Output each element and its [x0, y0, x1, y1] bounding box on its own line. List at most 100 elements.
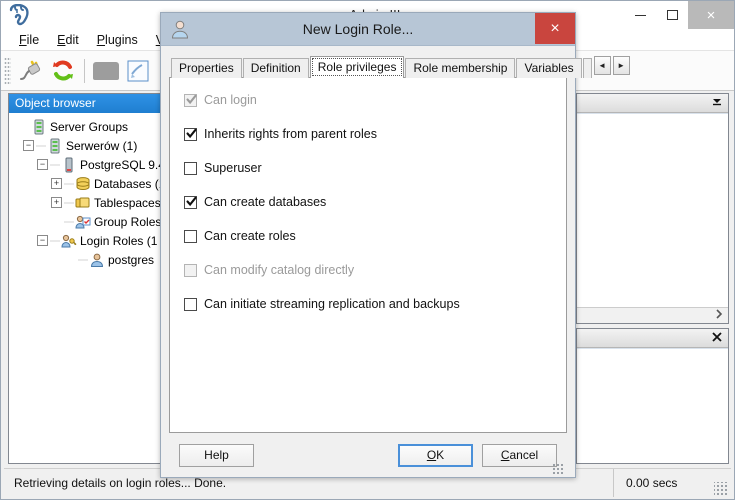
- tab-definition[interactable]: Definition: [242, 58, 309, 78]
- toolbar-grip[interactable]: [4, 56, 11, 85]
- checkbox-row-can-initiate-replication[interactable]: Can initiate streaming replication and b…: [184, 294, 552, 314]
- checkbox-row-can-modify-catalog[interactable]: Can modify catalog directly: [184, 260, 552, 280]
- tree-item-tablespaces[interactable]: + Tablespaces (: [13, 193, 160, 212]
- role-privileges-panel: Can login Inherits rights from parent ro…: [169, 77, 567, 433]
- messages-pane-body: [577, 348, 728, 463]
- pgadmin-elephant-icon: [7, 4, 33, 26]
- can-login-label: Can login: [204, 93, 257, 107]
- tab-scroll-left-icon[interactable]: ◄: [593, 56, 611, 75]
- tree-item-server-groups[interactable]: Server Groups: [13, 117, 160, 136]
- tree-label: postgres: [108, 252, 155, 267]
- maximize-icon[interactable]: [656, 1, 688, 29]
- expander-none-icon: [51, 216, 62, 227]
- toolbar-separator: [84, 58, 85, 83]
- tree-connector: [78, 250, 88, 269]
- superuser-label: Superuser: [204, 161, 262, 175]
- menu-plugins[interactable]: Plugins: [88, 31, 147, 49]
- checkbox-row-can-create-databases[interactable]: Can create databases: [184, 192, 552, 212]
- ok-accel: O: [426, 448, 437, 462]
- dialog-body: Properties Definition Role privileges Ro…: [161, 46, 630, 477]
- minimize-icon[interactable]: [624, 1, 656, 29]
- can-initiate-replication-checkbox[interactable]: [184, 297, 197, 311]
- menu-plugins-rest: lugins: [105, 32, 138, 47]
- servers-icon: [30, 118, 47, 135]
- checkbox-row-inherits-rights[interactable]: Inherits rights from parent roles: [184, 124, 552, 144]
- tab-scroll-buttons: ◄ ►: [593, 56, 630, 75]
- expander-minus-icon[interactable]: −: [23, 140, 34, 151]
- tree-connector: [64, 212, 74, 231]
- checkbox-row-superuser[interactable]: Superuser: [184, 158, 552, 178]
- close-icon[interactable]: ×: [688, 1, 734, 29]
- can-login-checkbox[interactable]: [184, 93, 197, 107]
- tree-item-postgresql[interactable]: − PostgreSQL 9.4 (l: [13, 155, 160, 174]
- tree-connector: [64, 193, 74, 212]
- tab-variables[interactable]: Variables: [516, 58, 582, 78]
- cancel-rest: ancel: [509, 448, 539, 462]
- menu-file[interactable]: File: [10, 31, 48, 49]
- tab-security-labels[interactable]: Se: [582, 58, 592, 78]
- tree-label: Login Roles (1: [80, 233, 158, 248]
- tree-connector: [64, 174, 74, 193]
- can-create-databases-checkbox[interactable]: [184, 195, 197, 209]
- dropdown-arrow-icon[interactable]: [711, 96, 723, 111]
- object-browser-header: Object browser: [9, 94, 160, 113]
- help-button[interactable]: Help: [179, 443, 254, 467]
- dialog-footer: Help OK Cancel: [169, 433, 567, 477]
- user-role-icon: [169, 18, 191, 40]
- can-create-roles-checkbox[interactable]: [184, 229, 197, 243]
- tree-item-login-roles[interactable]: − Login Roles (1: [13, 231, 160, 250]
- dialog-close-button[interactable]: ×: [535, 13, 575, 44]
- dialog-action-buttons: OK Cancel: [398, 443, 557, 467]
- checkbox-row-can-login[interactable]: Can login: [184, 90, 552, 110]
- ok-button[interactable]: OK: [398, 443, 473, 467]
- tab-role-privileges[interactable]: Role privileges: [309, 56, 405, 78]
- tab-role-membership[interactable]: Role membership: [405, 58, 516, 78]
- window-resize-grip[interactable]: [714, 482, 728, 496]
- dialog-titlebar: New Login Role... ×: [161, 13, 575, 46]
- window-controls: ×: [624, 1, 734, 29]
- group-roles-icon: [74, 213, 91, 230]
- expander-none-icon: [65, 254, 76, 265]
- expander-plus-icon[interactable]: +: [51, 178, 62, 189]
- can-create-databases-label: Can create databases: [204, 195, 327, 209]
- chevron-right-icon[interactable]: [714, 309, 724, 322]
- screen: pgAdmin III × File Edit Plugins View: [0, 0, 735, 500]
- expander-minus-icon[interactable]: −: [37, 159, 48, 170]
- properties-icon[interactable]: [90, 55, 122, 87]
- checkbox-row-can-create-roles[interactable]: Can create roles: [184, 226, 552, 246]
- tree-item-group-roles[interactable]: Group Roles (: [13, 212, 160, 231]
- tree-item-serwerow[interactable]: − Serwerów (1): [13, 136, 160, 155]
- tree-connector: [50, 155, 60, 174]
- refresh-icon[interactable]: [47, 55, 79, 87]
- expander-plus-icon[interactable]: +: [51, 197, 62, 208]
- cancel-button[interactable]: Cancel: [482, 443, 557, 467]
- inherits-rights-checkbox[interactable]: [184, 127, 197, 141]
- dialog-resize-grip[interactable]: [552, 463, 564, 475]
- dialog-tabs: Properties Definition Role privileges Ro…: [169, 56, 630, 78]
- tab-properties[interactable]: Properties: [171, 58, 242, 78]
- menu-file-rest: ile: [26, 32, 40, 47]
- expander-minus-icon[interactable]: −: [37, 235, 48, 246]
- can-initiate-replication-label: Can initiate streaming replication and b…: [204, 297, 460, 311]
- menu-edit[interactable]: Edit: [48, 31, 88, 49]
- messages-pane: [576, 328, 729, 464]
- tree-item-postgres[interactable]: postgres: [13, 250, 160, 269]
- close-x-icon[interactable]: [711, 331, 723, 346]
- new-login-role-dialog: New Login Role... × Properties Definitio…: [160, 12, 630, 478]
- superuser-checkbox[interactable]: [184, 161, 197, 175]
- dialog-title: New Login Role...: [302, 20, 414, 37]
- database-icon: [74, 175, 91, 192]
- tree-label: PostgreSQL 9.4 (l: [80, 157, 160, 172]
- ok-rest: K: [436, 448, 445, 462]
- server-icon: [60, 156, 77, 173]
- properties-pane-header: [577, 94, 728, 113]
- can-create-roles-label: Can create roles: [204, 229, 296, 243]
- tree-label: Tablespaces (: [94, 195, 160, 210]
- object-tree[interactable]: Server Groups − Serwerów (1) − PostgreSQ…: [9, 113, 160, 463]
- tab-scroll-right-icon[interactable]: ►: [612, 56, 630, 75]
- connect-server-icon[interactable]: [15, 55, 47, 87]
- status-timing: 0.00 secs: [626, 475, 678, 490]
- sql-icon[interactable]: [122, 55, 154, 87]
- can-modify-catalog-checkbox[interactable]: [184, 263, 197, 277]
- tree-item-databases[interactable]: + Databases (1): [13, 174, 160, 193]
